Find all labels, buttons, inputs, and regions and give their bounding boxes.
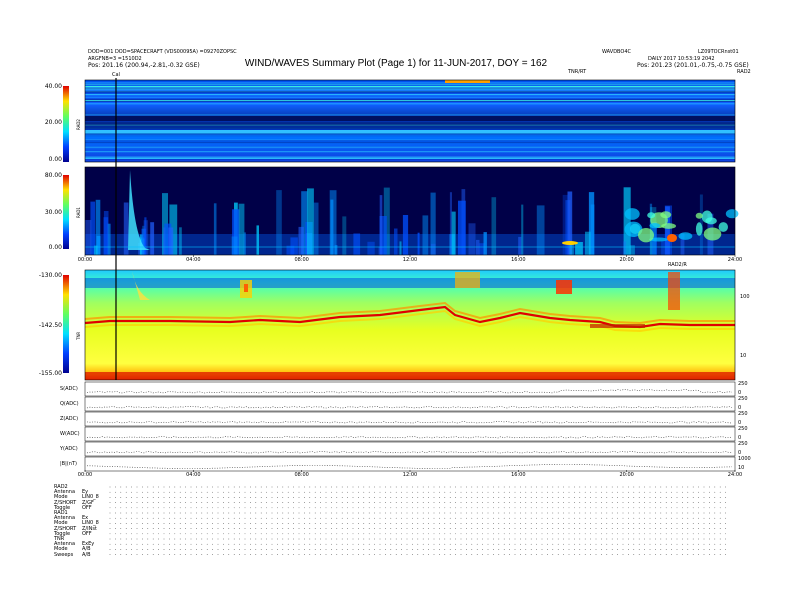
strip-tick: 250 [738, 381, 748, 387]
x-tick-label: 20:00 [619, 472, 634, 478]
x-tick-label: 00:00 [77, 472, 93, 478]
strip-1 [84, 396, 736, 412]
x-tick-label: 16:00 [511, 472, 526, 478]
rad2-burst [445, 80, 490, 83]
strip-label: W(ADC) [60, 431, 80, 437]
rad2-colorbar [63, 86, 69, 162]
strip-tick: 10 [738, 465, 745, 471]
x-tick-label: 08:00 [294, 257, 309, 263]
rad1-panel [84, 166, 739, 256]
strip-label: Z(ADC) [60, 416, 79, 422]
tnr-panel [84, 269, 736, 381]
summary-chart [63, 78, 739, 555]
table-row-value: A/B [82, 551, 91, 558]
strip-tick: 1000 [738, 456, 751, 462]
rad1-hot-spot [667, 234, 677, 242]
strip-label: S(ADC) [60, 386, 78, 392]
strip-tick: 250 [738, 396, 748, 402]
x-tick-label: 20:00 [619, 257, 634, 263]
strip-4 [84, 441, 736, 457]
strip-label: Y(ADC) [60, 446, 78, 452]
strip-label: |B|(nT) [60, 461, 77, 467]
strip-label: Q(ADC) [60, 401, 79, 407]
x-tick-label: 24:00 [727, 257, 743, 263]
strip-2 [84, 411, 736, 427]
table-row-value: OFF [82, 530, 92, 537]
rad1-colorbar [63, 175, 69, 249]
x-tick-label: 08:00 [294, 472, 309, 478]
x-tick-label: 04:00 [186, 472, 201, 478]
strip-0 [84, 381, 736, 397]
x-tick-label: 24:00 [727, 472, 743, 478]
x-tick-label: 12:00 [402, 472, 418, 478]
x-tick-label: 00:00 [77, 257, 93, 263]
strip-5 [84, 456, 736, 472]
table-row-key: Sweeps [54, 551, 74, 558]
table-row-value: OFF [82, 504, 92, 511]
tnr-colorbar [63, 275, 69, 373]
strip-3 [84, 426, 736, 442]
x-tick-label: 04:00 [186, 257, 201, 263]
strip-tick: 250 [738, 426, 748, 432]
strip-tick: 250 [738, 441, 748, 447]
rad2-panel [84, 79, 736, 163]
x-tick-label: 12:00 [402, 257, 418, 263]
strip-tick: 250 [738, 411, 748, 417]
strip-plots [84, 381, 736, 472]
x-tick-label: 16:00 [511, 257, 526, 263]
